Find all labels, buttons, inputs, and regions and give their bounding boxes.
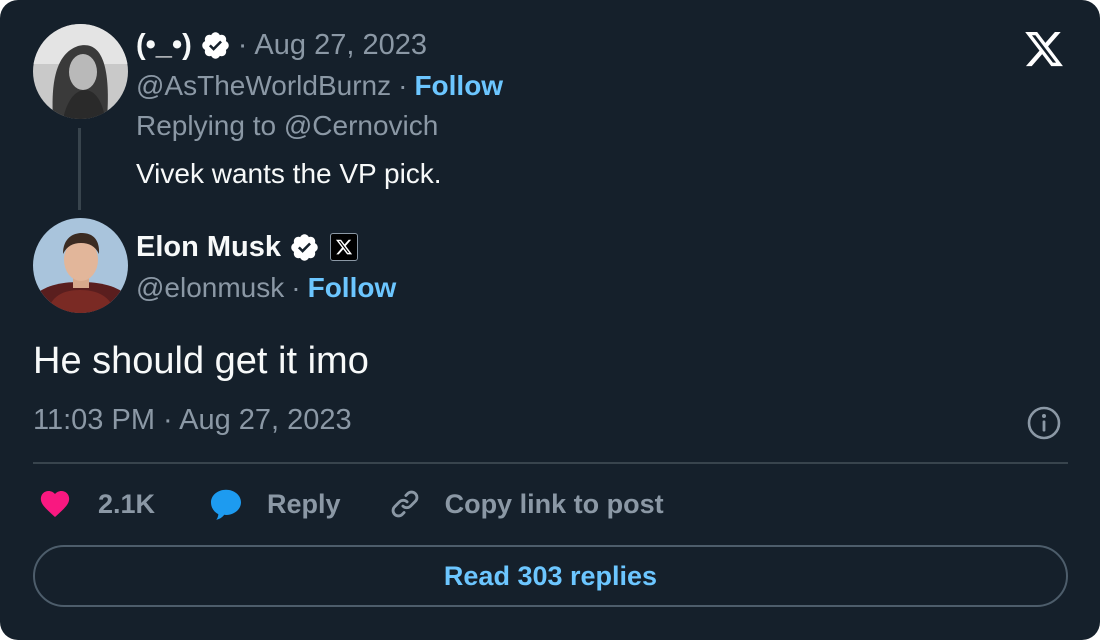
separator-dot: ·	[398, 70, 408, 101]
like-button[interactable]: 2.1K	[36, 487, 155, 521]
follow-parent-author-button[interactable]: Follow	[414, 70, 503, 102]
info-icon[interactable]	[1026, 405, 1062, 441]
link-icon	[391, 490, 418, 518]
main-author-avatar[interactable]	[33, 218, 128, 313]
copy-link-button[interactable]: Copy link to post	[387, 486, 664, 522]
verified-badge-icon	[291, 233, 318, 261]
thread-connector-line	[78, 128, 81, 210]
parent-post-text: Vivek wants the VP pick.	[136, 158, 442, 189]
main-handle-row: @elonmusk · Follow	[136, 270, 396, 306]
follow-main-author-button[interactable]: Follow	[308, 272, 397, 304]
main-post-text: He should get it imo	[33, 340, 369, 382]
post-timestamp[interactable]: 11:03 PM · Aug 27, 2023	[33, 404, 352, 437]
action-bar: 2.1K Reply Copy link to post	[36, 482, 664, 526]
parent-handle-row: @AsTheWorldBurnz · Follow	[136, 68, 503, 104]
read-replies-button[interactable]: Read 303 replies	[33, 545, 1068, 607]
main-author-handle[interactable]: @elonmusk	[136, 272, 284, 304]
separator-dot: ·	[237, 28, 248, 61]
x-affiliation-icon[interactable]	[330, 233, 359, 261]
parent-post-date[interactable]: Aug 27, 2023	[254, 29, 427, 62]
heart-icon	[40, 490, 70, 518]
parent-author-handle[interactable]: @AsTheWorldBurnz	[136, 70, 391, 102]
copy-link-label: Copy link to post	[444, 488, 664, 519]
like-count: 2.1K	[98, 488, 156, 519]
x-logo-icon[interactable]	[1022, 28, 1066, 70]
divider	[33, 462, 1068, 464]
parent-author-name[interactable]: (•_•)	[136, 29, 192, 62]
reply-label: Reply	[267, 488, 341, 519]
parent-author-avatar[interactable]	[33, 24, 128, 119]
reply-button[interactable]: Reply	[207, 486, 341, 522]
embedded-post-card: (•_•) · Aug 27, 2023 @AsTheWorldBurnz · …	[0, 0, 1100, 640]
reply-bubble-icon	[211, 489, 242, 520]
replying-to-label[interactable]: Replying to @Cernovich	[136, 108, 438, 144]
main-author-name[interactable]: Elon Musk	[136, 231, 281, 264]
separator-dot: ·	[291, 272, 301, 303]
verified-badge-icon	[202, 31, 229, 59]
main-author-row: Elon Musk	[136, 228, 359, 266]
parent-author-row: (•_•) · Aug 27, 2023	[136, 26, 427, 64]
